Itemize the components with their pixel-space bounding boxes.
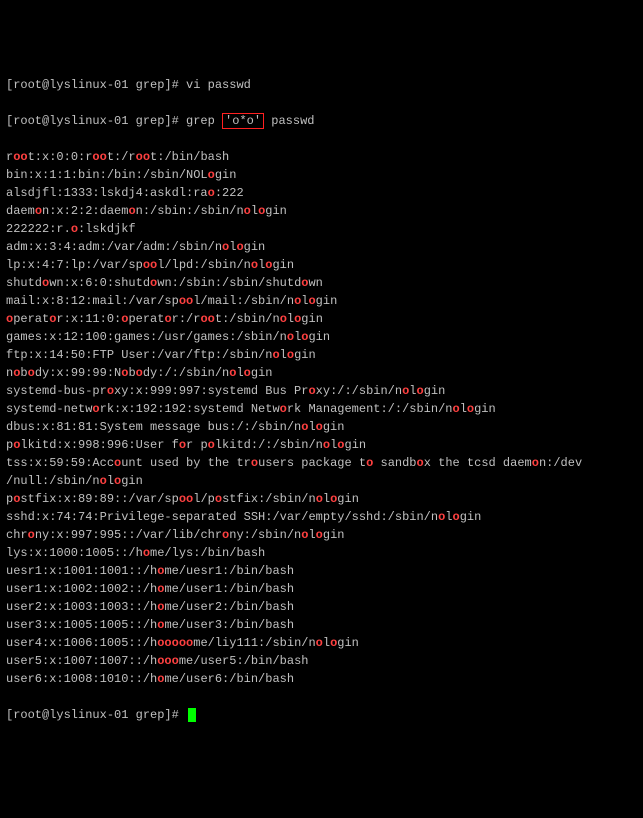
output-line: games:x:12:100:games:/usr/games:/sbin/no… <box>6 328 637 346</box>
output-line: dbus:x:81:81:System message bus:/:/sbin/… <box>6 418 637 436</box>
output-line: user5:x:1007:1007::/hooome/user5:/bin/ba… <box>6 652 637 670</box>
output-line: user3:x:1005:1005::/home/user3:/bin/bash <box>6 616 637 634</box>
cursor-icon <box>188 708 196 722</box>
output-line: user2:x:1003:1003::/home/user2:/bin/bash <box>6 598 637 616</box>
output-line: systemd-network:x:192:192:systemd Networ… <box>6 400 637 418</box>
output-line: tss:x:59:59:Account used by the trousers… <box>6 454 637 472</box>
output-line: bin:x:1:1:bin:/bin:/sbin/NOLogin <box>6 166 637 184</box>
output-line: alsdjfl:1333:lskdj4:askdl:rao:222 <box>6 184 637 202</box>
prompt-post: passwd <box>264 114 314 128</box>
output-line: lp:x:4:7:lp:/var/spool/lpd:/sbin/nologin <box>6 256 637 274</box>
output-line: ftp:x:14:50:FTP User:/var/ftp:/sbin/nolo… <box>6 346 637 364</box>
output-line: root:x:0:0:root:/root:/bin/bash <box>6 148 637 166</box>
output-line: sshd:x:74:74:Privilege-separated SSH:/va… <box>6 508 637 526</box>
grep-pattern-box: 'o*o' <box>222 113 264 129</box>
output-line: shutdown:x:6:0:shutdown:/sbin:/sbin/shut… <box>6 274 637 292</box>
output-line: postfix:x:89:89::/var/spool/postfix:/sbi… <box>6 490 637 508</box>
prompt-pre: [root@lyslinux-01 grep]# grep <box>6 114 222 128</box>
output-line: user6:x:1008:1010::/home/user6:/bin/bash <box>6 670 637 688</box>
output-line: polkitd:x:998:996:User for polkitd:/:/sb… <box>6 436 637 454</box>
prompt-text: [root@lyslinux-01 grep]# <box>6 708 186 722</box>
prompt-line-3[interactable]: [root@lyslinux-01 grep]# <box>6 706 637 724</box>
prompt-line-1: [root@lyslinux-01 grep]# vi passwd <box>6 76 637 94</box>
output-line: operator:x:11:0:operator:/root:/sbin/nol… <box>6 310 637 328</box>
output-line: nobody:x:99:99:Nobody:/:/sbin/nologin <box>6 364 637 382</box>
prompt-line-2: [root@lyslinux-01 grep]# grep 'o*o' pass… <box>6 112 637 130</box>
output-line: 222222:r.o:lskdjkf <box>6 220 637 238</box>
output-line: adm:x:3:4:adm:/var/adm:/sbin/nologin <box>6 238 637 256</box>
output-line: systemd-bus-proxy:x:999:997:systemd Bus … <box>6 382 637 400</box>
output-line: mail:x:8:12:mail:/var/spool/mail:/sbin/n… <box>6 292 637 310</box>
output-line: uesr1:x:1001:1001::/home/uesr1:/bin/bash <box>6 562 637 580</box>
output-line: user1:x:1002:1002::/home/user1:/bin/bash <box>6 580 637 598</box>
output-line: /null:/sbin/nologin <box>6 472 637 490</box>
grep-output: root:x:0:0:root:/root:/bin/bashbin:x:1:1… <box>6 148 637 688</box>
output-line: chrony:x:997:995::/var/lib/chrony:/sbin/… <box>6 526 637 544</box>
output-line: daemon:x:2:2:daemon:/sbin:/sbin/nologin <box>6 202 637 220</box>
output-line: lys:x:1000:1005::/home/lys:/bin/bash <box>6 544 637 562</box>
output-line: user4:x:1006:1005::/hooooome/liy111:/sbi… <box>6 634 637 652</box>
